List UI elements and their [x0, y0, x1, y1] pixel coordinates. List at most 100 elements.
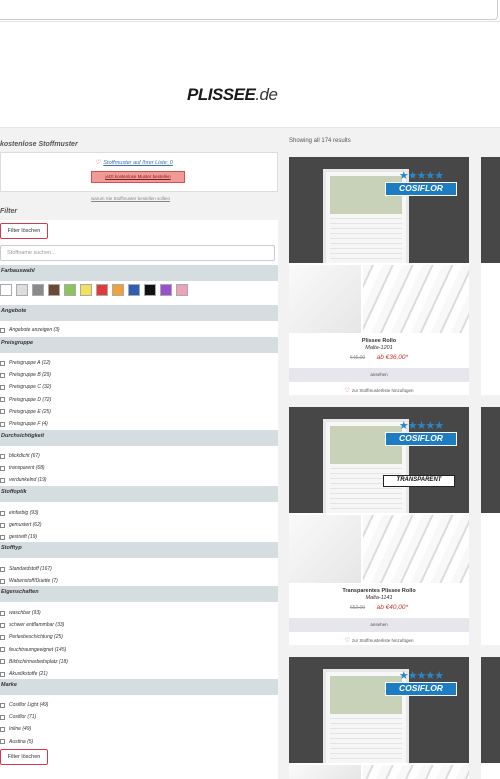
- section-type[interactable]: Stofftyp: [0, 542, 278, 558]
- filter-option[interactable]: einfarbig (93): [0, 510, 38, 516]
- filter-reset-button-top[interactable]: Filter löschen: [0, 223, 48, 239]
- filter-option[interactable]: Akustikstoffe (21): [0, 671, 48, 677]
- color-swatch[interactable]: [0, 284, 12, 296]
- color-swatch[interactable]: [96, 284, 108, 296]
- filter-checkbox[interactable]: [0, 477, 5, 483]
- filter-option[interactable]: Preisgruppe E (25): [0, 409, 51, 415]
- filter-checkbox[interactable]: [0, 372, 5, 378]
- view-button[interactable]: ansehen: [289, 618, 469, 632]
- fabric-thumbnail[interactable]: [289, 515, 361, 583]
- fabric-thumbnail[interactable]: [363, 265, 469, 333]
- color-swatch[interactable]: [144, 284, 156, 296]
- filter-checkbox[interactable]: [0, 397, 5, 403]
- fabric-thumbnail[interactable]: [289, 265, 361, 333]
- filter-checkbox[interactable]: [0, 634, 5, 640]
- fabric-search-input[interactable]: Stoffname suchen...: [0, 245, 275, 261]
- filter-option[interactable]: Angebote anzeigen (3): [0, 327, 60, 333]
- filter-option[interactable]: Cosiflor (71): [0, 714, 36, 720]
- filter-checkbox[interactable]: [0, 409, 5, 415]
- section-look[interactable]: Stoffoptik: [0, 486, 278, 502]
- product-card[interactable]: ★★★★★ COSIFLOR: [289, 657, 469, 779]
- color-swatch[interactable]: [64, 284, 76, 296]
- filter-checkbox[interactable]: [0, 726, 5, 732]
- filter-option[interactable]: Austina (5): [0, 739, 33, 745]
- filter-checkbox[interactable]: [0, 659, 5, 665]
- order-samples-button[interactable]: jetzt kostenlose Muster bestellen: [91, 171, 185, 183]
- filter-option[interactable]: transparent (68): [0, 465, 45, 471]
- section-opacity[interactable]: Durchsichtigkeit: [0, 430, 278, 446]
- fabric-thumbnail[interactable]: [289, 765, 361, 779]
- filter-checkbox[interactable]: [0, 360, 5, 366]
- filter-checkbox[interactable]: [0, 534, 5, 540]
- product-card[interactable]: ★★★★★ COSIFLOR Plissee Rollo Malta-1201 …: [289, 157, 469, 395]
- filter-option[interactable]: verdunkelnd (19): [0, 477, 47, 483]
- filter-option[interactable]: Bildschirmarbeitsplatz (18): [0, 659, 68, 665]
- samples-why-link[interactable]: warum Sie Stoffmuster bestellen sollten: [91, 196, 170, 201]
- filter-checkbox[interactable]: [0, 610, 5, 616]
- product-image[interactable]: ★★★★★ COSIFLOR: [289, 157, 469, 263]
- filter-checkbox[interactable]: [0, 739, 5, 745]
- filter-option[interactable]: Perlexbeschichtung (25): [0, 634, 63, 640]
- filter-option[interactable]: Preisgruppe F (4): [0, 421, 48, 427]
- filter-option[interactable]: feuchtraumgeeignet (145): [0, 647, 66, 653]
- samples-list-link[interactable]: ♡ Stoffmuster auf Ihrer Liste: 0: [95, 159, 173, 166]
- color-swatch[interactable]: [128, 284, 140, 296]
- filter-checkbox[interactable]: [0, 714, 5, 720]
- filter-checkbox[interactable]: [0, 510, 5, 516]
- filter-checkbox[interactable]: [0, 421, 5, 427]
- product-name[interactable]: Plissee Rollo: [289, 338, 469, 345]
- filter-option[interactable]: Preisgruppe D (72): [0, 397, 51, 403]
- filter-option[interactable]: Preisgruppe B (29): [0, 372, 51, 378]
- filter-option[interactable]: Wabenstoff/Duette (7): [0, 578, 58, 584]
- product-card-peek[interactable]: [481, 657, 500, 779]
- section-properties[interactable]: Eigenschaften: [0, 586, 278, 602]
- filter-option[interactable]: schwer entflammbar (33): [0, 622, 64, 628]
- product-image[interactable]: ★★★★★ COSIFLOR TRANSPARENT: [289, 407, 469, 513]
- add-to-samples-link[interactable]: ♡ zur Stoffmusterliste hinzufügen: [289, 387, 469, 394]
- color-swatch[interactable]: [80, 284, 92, 296]
- section-brand[interactable]: Marke: [0, 679, 278, 695]
- filter-option[interactable]: Preisgruppe A (12): [0, 360, 51, 366]
- filter-checkbox[interactable]: [0, 384, 5, 390]
- product-name[interactable]: Transparentes Plissee Rollo: [289, 588, 469, 595]
- filter-checkbox[interactable]: [0, 702, 5, 708]
- filter-option[interactable]: blickdicht (67): [0, 453, 40, 459]
- product-model[interactable]: Malta-1141: [289, 595, 469, 601]
- color-swatch[interactable]: [32, 284, 44, 296]
- add-to-samples-link[interactable]: ♡ zur Stoffmusterliste hinzufügen: [289, 637, 469, 644]
- color-swatch[interactable]: [160, 284, 172, 296]
- filter-checkbox[interactable]: [0, 453, 5, 459]
- filter-checkbox[interactable]: [0, 647, 5, 653]
- filter-option[interactable]: gestreift (19): [0, 534, 37, 540]
- product-model[interactable]: Malta-1201: [289, 345, 469, 351]
- site-logo[interactable]: PLISSEE.de: [187, 85, 278, 105]
- filter-option[interactable]: Preisgruppe C (32): [0, 384, 51, 390]
- fabric-thumbnail[interactable]: [363, 765, 469, 779]
- filter-checkbox[interactable]: [0, 671, 5, 677]
- fabric-thumbnail[interactable]: [363, 515, 469, 583]
- section-price-group[interactable]: Preisgruppe: [0, 337, 278, 353]
- top-search-field[interactable]: [0, 0, 498, 20]
- color-swatch[interactable]: [48, 284, 60, 296]
- view-button[interactable]: ansehen: [289, 368, 469, 382]
- filter-option[interactable]: Cosiflor Light (49): [0, 702, 48, 708]
- product-image[interactable]: ★★★★★ COSIFLOR: [289, 657, 469, 763]
- product-card[interactable]: ★★★★★ COSIFLOR TRANSPARENT Transparentes…: [289, 407, 469, 645]
- filter-option[interactable]: waschbar (93): [0, 610, 41, 616]
- color-swatch[interactable]: [16, 284, 28, 296]
- filter-checkbox[interactable]: [0, 522, 5, 528]
- filter-option[interactable]: gemustert (62): [0, 522, 42, 528]
- section-offers[interactable]: Angebote: [0, 305, 278, 321]
- color-swatch[interactable]: [112, 284, 124, 296]
- color-swatch[interactable]: [176, 284, 188, 296]
- filter-checkbox[interactable]: [0, 578, 5, 584]
- filter-option[interactable]: Inline (49): [0, 726, 31, 732]
- filter-checkbox[interactable]: [0, 327, 5, 333]
- filter-option[interactable]: Standardstoff (167): [0, 566, 52, 572]
- filter-checkbox[interactable]: [0, 465, 5, 471]
- product-card-peek[interactable]: [481, 157, 500, 395]
- filter-checkbox[interactable]: [0, 566, 5, 572]
- filter-checkbox[interactable]: [0, 622, 5, 628]
- filter-reset-button-bottom[interactable]: Filter löschen: [0, 749, 48, 765]
- product-card-peek[interactable]: [481, 407, 500, 645]
